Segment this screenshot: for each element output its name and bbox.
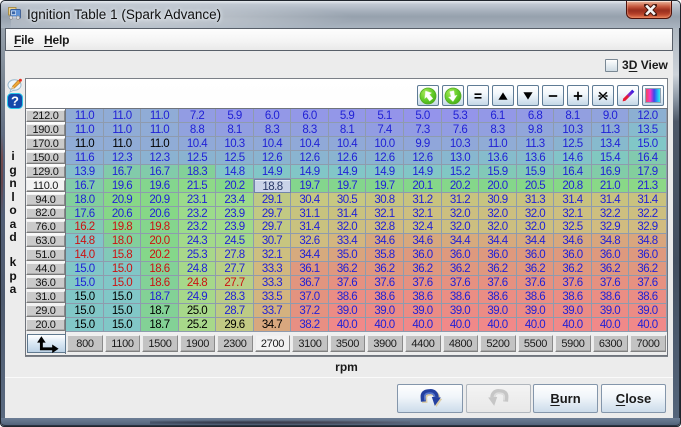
svg-text:?: ?	[11, 94, 19, 109]
